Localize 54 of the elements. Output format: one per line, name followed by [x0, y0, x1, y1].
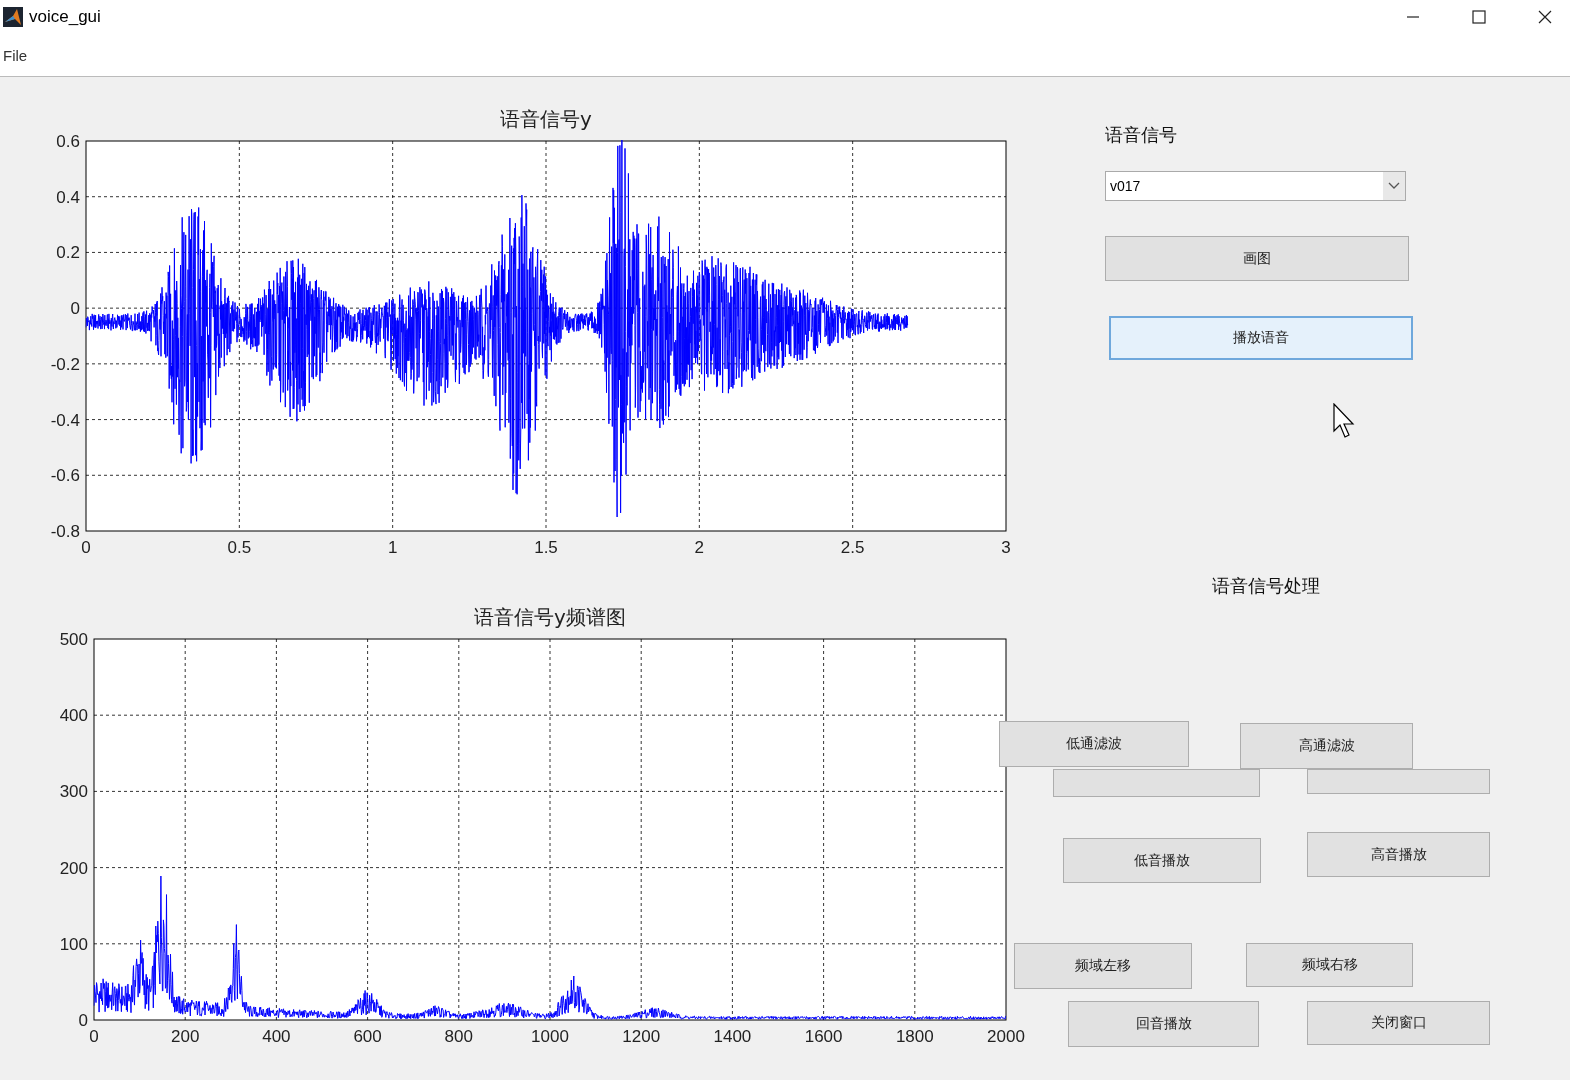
signal-dropdown[interactable]: v017: [1105, 171, 1406, 201]
action-button[interactable]: 播放语音: [1109, 316, 1413, 360]
close-icon[interactable]: [1538, 10, 1552, 24]
tick-label: 2: [694, 538, 705, 557]
tick-label: -0.2: [50, 354, 80, 374]
tick-label: 2.5: [840, 538, 865, 557]
mouse-pointer-icon: [1333, 403, 1357, 439]
action-button[interactable]: 回音播放: [1068, 1001, 1259, 1047]
tick-label: 1800: [895, 1027, 934, 1046]
tick-label: -0.6: [50, 466, 80, 486]
tick-label: 800: [444, 1027, 473, 1046]
tick-label: 0.2: [56, 243, 80, 263]
tick-label: 2000: [987, 1027, 1025, 1046]
tick-label: 1200: [622, 1027, 661, 1046]
chevron-down-icon: [1388, 182, 1400, 190]
tick-label: 0: [70, 299, 80, 319]
tick-label: 0.6: [56, 132, 80, 151]
tick-label: 1.5: [534, 538, 558, 557]
tick-label: 0: [89, 1027, 99, 1046]
menu-item[interactable]: File: [3, 46, 28, 64]
tick-label: 1600: [804, 1027, 843, 1046]
tick-label: 200: [171, 1027, 200, 1046]
tick-label: 0: [81, 538, 91, 557]
tick-label: 3: [1001, 538, 1011, 557]
tick-label: 400: [59, 706, 88, 726]
action-button[interactable]: 低音播放: [1063, 838, 1261, 883]
plot-title: 语音信号y: [500, 107, 592, 131]
maximize-icon[interactable]: [1472, 10, 1486, 24]
action-button[interactable]: 关闭窗口: [1307, 1001, 1490, 1045]
action-button[interactable]: 高通滤波: [1240, 723, 1413, 769]
tick-label: 0.5: [227, 538, 252, 557]
tick-label: 1000: [531, 1027, 569, 1046]
action-button[interactable]: 低通滤波: [999, 721, 1189, 767]
tick-label: 200: [59, 858, 88, 878]
app-icon: [3, 7, 23, 27]
section-label: 语音信号处理: [1212, 574, 1320, 598]
tick-label: 600: [353, 1027, 382, 1046]
tick-label: 0: [78, 1011, 88, 1030]
section-label: 语音信号: [1105, 123, 1177, 147]
action-button[interactable]: 高音播放: [1307, 832, 1490, 877]
window-title: voice_gui: [29, 7, 101, 27]
tick-label: 300: [59, 782, 88, 802]
tick-label: -0.4: [50, 410, 80, 430]
tick-label: 400: [262, 1027, 291, 1046]
plot-title: 语音信号y频谱图: [474, 605, 626, 629]
tick-label: 1: [387, 538, 398, 557]
tick-label: 500: [59, 630, 88, 649]
tick-label: -0.8: [50, 522, 80, 541]
action-button[interactable]: 频域左移: [1014, 943, 1192, 989]
tick-label: 1400: [713, 1027, 752, 1046]
tick-label: 0.4: [56, 187, 80, 207]
action-button[interactable]: 频域右移: [1246, 943, 1413, 987]
tick-label: 100: [59, 934, 88, 954]
action-button[interactable]: 画图: [1105, 236, 1409, 281]
